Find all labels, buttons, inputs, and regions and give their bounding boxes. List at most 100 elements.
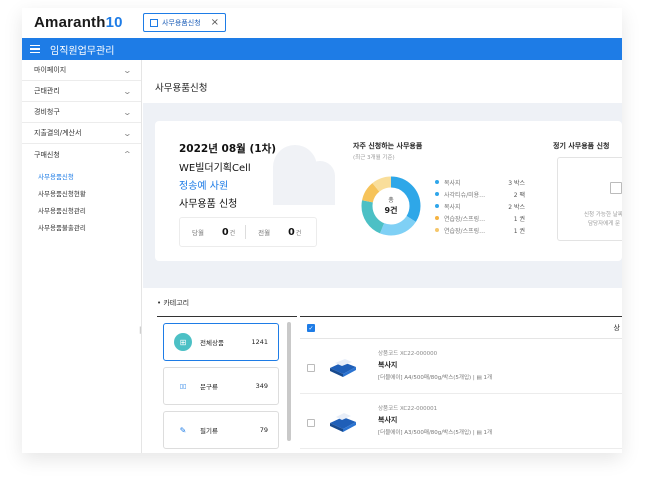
row-checkbox[interactable] [307, 364, 315, 372]
item-qty: 2 팩 [514, 190, 525, 199]
logo-text: Amaranth [34, 14, 106, 31]
document-icon [150, 19, 158, 27]
regular-request-panel: 정기 사무용품 신청 [553, 141, 609, 151]
legend-row: 복사지3 박스 [435, 176, 525, 188]
legend-dot [435, 204, 439, 208]
stat-value: 0 [288, 227, 295, 238]
close-icon[interactable]: × [211, 17, 219, 28]
regular-request-box[interactable]: 신청 가능한 날짜 담당자에게 문 [557, 157, 622, 241]
product-row[interactable]: 상품코드 XC22-000000 복사지 [더블에이] A4/500매/80g/… [300, 340, 622, 394]
legend-row: 연습장/스프링…1 권 [435, 212, 525, 224]
category-item-writing[interactable]: ✎ 필기류 79 [163, 411, 279, 449]
category-panel: ⊞ 전체상품 1241 ▯▯ 문구류 349 ✎ 필기류 79 [157, 316, 297, 453]
regular-title: 정기 사무용품 신청 [553, 141, 609, 151]
hamburger-menu-icon[interactable] [30, 45, 40, 53]
request-purpose: 사무용품 신청 [179, 195, 276, 210]
tab-office-supplies[interactable]: 사무용품신청 × [143, 13, 226, 32]
copy-paper-image [327, 409, 359, 433]
stat-label: 전월 [258, 227, 270, 237]
legend-dot [435, 228, 439, 232]
category-count: 349 [256, 382, 268, 390]
category-item-all[interactable]: ⊞ 전체상품 1241 [163, 323, 279, 361]
sidebar-item-label: 지출결의/계산서 [34, 128, 81, 138]
regular-notice-line: 신청 가능한 날짜 [584, 210, 622, 218]
sidebar-item-mypage[interactable]: 마이페이지⌄ [22, 60, 141, 81]
sidebar-subitem-manage[interactable]: 사무용품신청관리 [38, 201, 141, 218]
sidebar-subitem-status[interactable]: 사무용품신청현황 [38, 184, 141, 201]
donut-total-value: 9건 [385, 205, 398, 215]
frequent-subtitle: (최근 3개월 기준) [353, 153, 543, 161]
frequent-title: 자주 신청하는 사무용품 [353, 141, 543, 151]
item-name: 연습장/스프링… [444, 226, 496, 235]
row-checkbox[interactable] [307, 419, 315, 427]
summary-card: 2022년 08월 (1차) WE빌더기획Cell 정송예 사원 사무용품 신청… [155, 121, 622, 261]
category-name: 전체상품 [200, 337, 224, 347]
chevron-down-icon: ⌄ [123, 108, 132, 117]
legend-dot [435, 180, 439, 184]
sidebar-item-purchase[interactable]: 구매신청 ⌃ [22, 144, 141, 165]
category-name: 문구류 [200, 381, 218, 391]
category-name: 필기류 [200, 425, 218, 435]
background-tree-shape [305, 161, 335, 205]
legend-dot [435, 192, 439, 196]
calendar-icon [610, 182, 622, 194]
product-spec: [더블에이] A3/500매/80g/박스(5개입) | ▤ 1개 [378, 428, 492, 436]
stat-value: 0 [222, 227, 229, 238]
frequent-items-legend: 복사지3 박스 사각티슈/미용…2 팩 복사지2 박스 연습장/스프링…1 권 … [435, 176, 525, 236]
stat-unit: 건 [230, 228, 236, 237]
select-all-checkbox[interactable]: ✓ [307, 324, 315, 332]
item-name: 사각티슈/미용… [444, 190, 496, 199]
column-header: 상 [614, 323, 620, 333]
item-name: 복사지 [444, 202, 496, 211]
sidebar-item-label: 근태관리 [34, 86, 60, 96]
chevron-down-icon: ⌄ [123, 129, 132, 138]
request-count-box: 당월 0건 전월 0건 [179, 217, 317, 247]
sidebar-subitem-release[interactable]: 사무용품불출관리 [38, 218, 141, 235]
employee-name: 정송예 사원 [179, 177, 276, 192]
pen-icon: ✎ [174, 421, 192, 439]
department: WE빌더기획Cell [179, 159, 276, 174]
top-bar: Amaranth10 사무용품신청 × [22, 8, 622, 38]
drag-handle-icon[interactable]: | [139, 326, 141, 334]
chevron-down-icon: ⌄ [123, 66, 132, 75]
frequent-items-panel: 자주 신청하는 사무용품 (최근 3개월 기준) 총 9건 복사지3 박스 사각… [353, 141, 543, 161]
summary-banner: 2022년 08월 (1차) WE빌더기획Cell 정송예 사원 사무용품 신청… [143, 103, 622, 288]
sidebar: 마이페이지⌄ 근태관리 ⌄ 경비청구 ⌄ 지출결의/계산서 ⌄ 구매신청 ⌃ 사무용품신… [22, 60, 142, 453]
app-logo[interactable]: Amaranth10 [34, 14, 123, 31]
sidebar-item-attendance[interactable]: 근태관리 ⌄ [22, 81, 141, 102]
frequent-items-donut: 총 9건 [358, 173, 424, 239]
stat-unit: 건 [296, 228, 302, 237]
request-info: 2022년 08월 (1차) WE빌더기획Cell 정송예 사원 사무용품 신청 [179, 141, 276, 210]
binder-icon: ▯▯ [174, 377, 192, 395]
sidebar-subitem-request[interactable]: 사무용품신청 [38, 167, 141, 184]
sidebar-item-label: 경비청구 [34, 107, 60, 117]
item-qty: 1 권 [514, 214, 525, 223]
product-name: 복사지 [378, 360, 397, 370]
logo-number: 10 [106, 14, 123, 31]
chevron-down-icon: ⌄ [123, 87, 132, 96]
category-scrollbar[interactable] [287, 322, 291, 441]
grid-icon: ⊞ [174, 333, 192, 351]
legend-row: 복사지2 박스 [435, 200, 525, 212]
product-list: ✓ 상 상품코드 XC22-000000 복사지 [더블에이] A4/500매/… [300, 316, 622, 453]
sidebar-item-label: 구매신청 [34, 150, 60, 160]
category-count: 1241 [251, 338, 268, 346]
product-row[interactable]: 상품코드 XC22-000001 복사지 [더블에이] A3/500매/80g/… [300, 395, 622, 449]
category-label: • 카테고리 [157, 298, 189, 308]
sidebar-item-invoice[interactable]: 지출결의/계산서 ⌄ [22, 123, 141, 144]
sidebar-submenu: 사무용품신청 사무용품신청현황 사무용품신청관리 사무용품불출관리 [22, 165, 141, 239]
tab-label: 사무용품신청 [162, 18, 201, 28]
app-window: Amaranth10 사무용품신청 × 임직원업무관리 마이페이지⌄ 근태관리 ⌄… [22, 8, 622, 453]
product-spec: [더블에이] A4/500매/80g/박스(5개입) | ▤ 1개 [378, 373, 492, 381]
category-count: 79 [260, 426, 268, 434]
chevron-up-icon: ⌃ [123, 150, 132, 159]
product-code: 상품코드 XC22-000001 [378, 404, 437, 412]
category-item-stationery[interactable]: ▯▯ 문구류 349 [163, 367, 279, 405]
legend-dot [435, 216, 439, 220]
module-title: 임직원업무관리 [50, 42, 114, 57]
sidebar-item-expense[interactable]: 경비청구 ⌄ [22, 102, 141, 123]
product-list-header: ✓ 상 [300, 317, 622, 339]
divider [245, 225, 246, 239]
legend-row: 사각티슈/미용… 2 팩 [435, 188, 525, 200]
legend-row: 연습장/스프링…1 권 [435, 224, 525, 236]
